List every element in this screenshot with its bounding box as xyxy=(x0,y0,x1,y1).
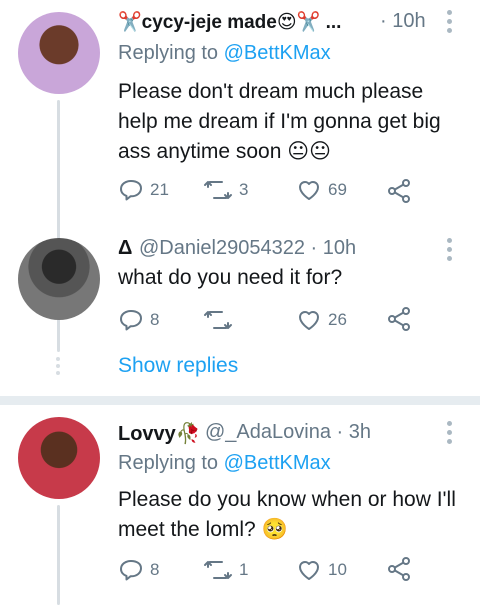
retweet-icon xyxy=(204,311,232,329)
tweet-text: Please do you know when or how I'll meet… xyxy=(118,488,456,541)
like-count: 26 xyxy=(328,310,347,329)
replying-to-prefix: Replying to xyxy=(118,42,219,64)
thread-line xyxy=(57,505,60,605)
reply-button[interactable]: 8 xyxy=(118,558,159,582)
author-handle: @_AdaLovina · 3h xyxy=(205,421,371,443)
reply-button[interactable]: 21 xyxy=(118,178,169,202)
tweet-text: what do you need it for? xyxy=(118,266,343,289)
like-button[interactable]: 69 xyxy=(296,178,347,202)
tweet-time: · 10h xyxy=(380,10,426,32)
heart-icon xyxy=(299,561,319,580)
author-name[interactable]: Δ xyxy=(118,237,132,260)
share-button[interactable] xyxy=(386,556,412,587)
retweet-button[interactable]: 3 xyxy=(203,178,248,202)
tweet-text: Please don't dream much please help me d… xyxy=(118,80,441,163)
retweet-count: 1 xyxy=(239,560,249,579)
reply-button[interactable]: 8 xyxy=(118,308,159,332)
retweet-button[interactable]: 1 xyxy=(203,558,248,582)
retweet-icon xyxy=(204,181,232,199)
avatar[interactable] xyxy=(18,417,100,499)
replying-to-prefix: Replying to xyxy=(118,452,219,474)
reply-count: 21 xyxy=(150,180,169,199)
retweet-icon xyxy=(204,561,232,579)
reply-count: 8 xyxy=(150,310,160,329)
author-name[interactable]: Lovvy🥀 xyxy=(118,421,201,446)
share-icon xyxy=(388,179,410,203)
author-name[interactable]: ✂️cycy-jeje made😍✂️ ... xyxy=(118,10,341,34)
more-options-icon[interactable] xyxy=(447,421,453,444)
author-handle: @Daniel29054322 · 10h xyxy=(139,237,357,259)
reply-count: 8 xyxy=(150,560,160,579)
share-button[interactable] xyxy=(386,306,412,337)
like-button[interactable]: 26 xyxy=(296,308,347,332)
replying-to-handle[interactable]: @BettKMax xyxy=(224,42,331,64)
share-icon xyxy=(388,557,410,581)
heart-icon xyxy=(299,311,319,330)
reply-icon xyxy=(120,310,142,331)
show-replies-link[interactable]: Show replies xyxy=(118,354,238,378)
reply-icon xyxy=(120,560,142,581)
more-options-icon[interactable] xyxy=(447,10,453,33)
replying-to: Replying to @BettKMax xyxy=(118,42,331,65)
reply-icon xyxy=(120,180,142,201)
avatar[interactable] xyxy=(18,238,100,320)
share-button[interactable] xyxy=(386,178,412,209)
retweet-count: 3 xyxy=(239,180,249,199)
like-button[interactable]: 10 xyxy=(296,558,347,582)
like-count: 69 xyxy=(328,180,347,199)
heart-icon xyxy=(299,181,319,200)
like-count: 10 xyxy=(328,560,347,579)
avatar[interactable] xyxy=(18,12,100,94)
replying-to: Replying to @BettKMax xyxy=(118,452,331,475)
share-icon xyxy=(388,307,410,331)
replying-to-handle[interactable]: @BettKMax xyxy=(224,452,331,474)
thread-continuation-icon xyxy=(56,357,60,375)
section-divider xyxy=(0,396,480,405)
retweet-button[interactable] xyxy=(203,308,239,332)
more-options-icon[interactable] xyxy=(447,238,453,261)
